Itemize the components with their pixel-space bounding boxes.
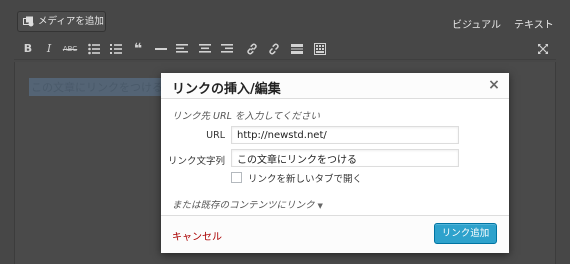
align-center-button[interactable] — [197, 41, 213, 57]
align-right-button[interactable] — [219, 41, 235, 57]
url-label: URL — [206, 130, 225, 141]
link-text-label: リンク文字列 — [167, 156, 225, 167]
bullet-list-icon — [88, 43, 100, 55]
read-more-button[interactable] — [289, 41, 305, 57]
dialog-header: リンクの挿入/編集 × — [161, 73, 509, 99]
horizontal-line-button[interactable] — [153, 41, 169, 57]
numbered-list-button[interactable] — [108, 41, 124, 57]
bullet-list-button[interactable] — [86, 41, 102, 57]
open-new-tab-label[interactable]: リンクを新しいタブで開く — [248, 171, 362, 185]
toolbar-toggle-icon — [314, 43, 326, 55]
read-more-icon — [291, 44, 303, 54]
numbered-list-icon — [110, 44, 122, 54]
triangle-down-icon: ▼ — [317, 202, 323, 210]
toolbar-toggle-button[interactable] — [312, 41, 328, 57]
bold-button[interactable]: B — [20, 41, 36, 57]
open-new-tab-checkbox[interactable] — [231, 172, 242, 183]
align-left-icon — [176, 44, 188, 53]
tab-text[interactable]: テキスト — [514, 16, 554, 31]
selected-content-text: この文章にリンクをつける — [29, 78, 165, 96]
cancel-link[interactable]: キャンセル — [172, 228, 222, 243]
dialog-footer: キャンセル リンク追加 — [161, 215, 509, 253]
unlink-button[interactable] — [266, 41, 282, 57]
unlink-icon — [269, 43, 279, 55]
tab-visual[interactable]: ビジュアル — [452, 16, 501, 31]
fullscreen-icon — [538, 44, 548, 54]
align-right-icon — [221, 44, 233, 53]
fullscreen-button[interactable] — [535, 41, 551, 57]
media-icon — [23, 16, 34, 27]
blockquote-button[interactable]: ❝ — [130, 41, 146, 57]
dialog-title: リンクの挿入/編集 — [172, 82, 281, 97]
link-icon — [247, 43, 257, 55]
add-media-label: メディアを追加 — [38, 16, 104, 27]
horizontal-line-icon — [155, 48, 167, 50]
close-icon[interactable]: × — [487, 78, 501, 92]
existing-content-toggle[interactable]: または既存のコンテンツにリンク ▼ — [172, 197, 323, 211]
insert-link-button[interactable] — [244, 41, 260, 57]
insert-link-dialog: リンクの挿入/編集 × リンク先 URL を入力してください URL リンク文字… — [161, 73, 509, 253]
align-center-icon — [199, 44, 211, 53]
add-link-button[interactable]: リンク追加 — [434, 223, 497, 244]
strikethrough-button[interactable]: ABC — [62, 41, 78, 57]
url-input[interactable] — [231, 126, 459, 144]
italic-button[interactable]: I — [41, 41, 57, 57]
editor-toolbar: B I ABC ❝ — [14, 38, 556, 60]
existing-content-label: または既存のコンテンツにリンク — [172, 200, 315, 211]
add-media-button[interactable]: メディアを追加 — [17, 11, 106, 32]
dialog-instructions: リンク先 URL を入力してください — [172, 111, 320, 122]
align-left-button[interactable] — [174, 41, 190, 57]
link-text-input[interactable] — [231, 149, 459, 167]
